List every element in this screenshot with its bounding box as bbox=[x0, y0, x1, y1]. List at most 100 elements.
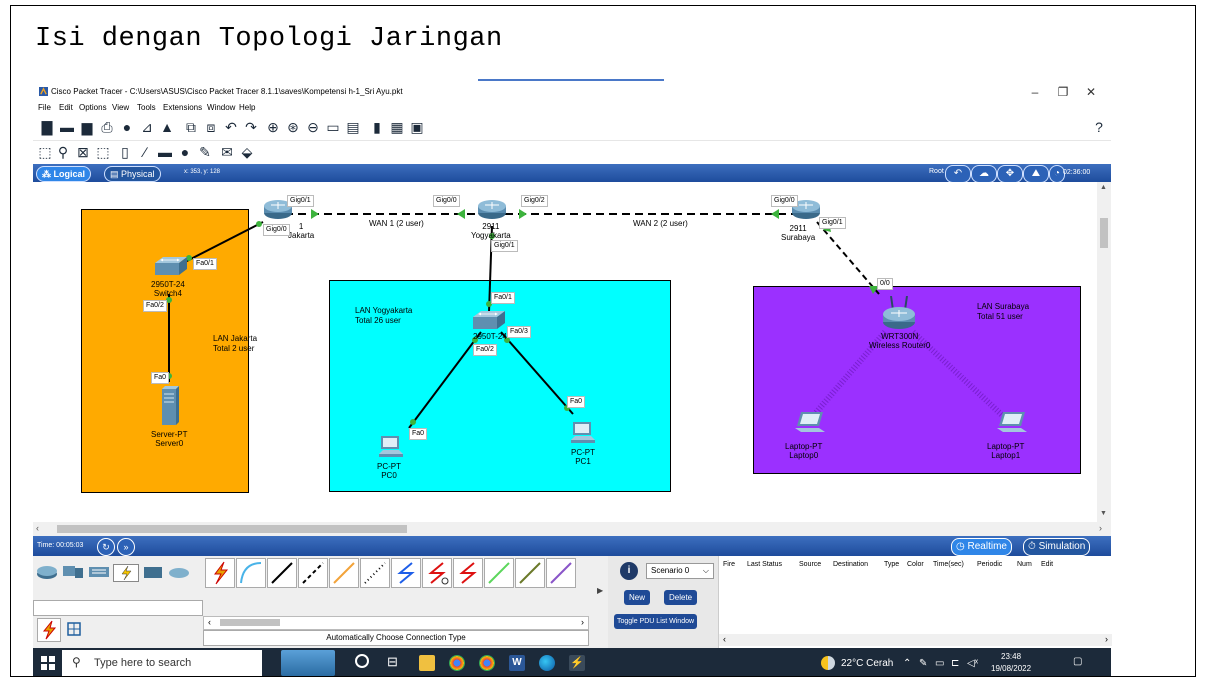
background-icon[interactable]: ⛰ bbox=[1023, 165, 1049, 183]
scroll-right-icon[interactable]: › bbox=[581, 617, 584, 627]
pc-icon[interactable] bbox=[379, 434, 403, 458]
menu-options[interactable]: Options bbox=[79, 103, 107, 112]
cluster-icon[interactable]: ☁ bbox=[971, 165, 997, 183]
menu-view[interactable]: View bbox=[112, 103, 129, 112]
edge-icon[interactable] bbox=[539, 655, 555, 671]
simple-pdu-icon[interactable]: ✉ bbox=[219, 144, 235, 160]
device-search-field[interactable] bbox=[33, 600, 203, 616]
complex-pdu-icon[interactable]: ⬙ bbox=[239, 144, 255, 160]
restore-button[interactable]: ❐ bbox=[1051, 84, 1075, 100]
rectangle-icon[interactable]: ▬ bbox=[157, 144, 173, 160]
info-icon[interactable]: ● bbox=[119, 119, 135, 135]
resize-icon[interactable]: ⬚ bbox=[95, 144, 111, 160]
weather-text[interactable]: 22°C Cerah bbox=[841, 658, 893, 669]
link-sby-wireless[interactable] bbox=[816, 221, 880, 295]
misc-icon[interactable] bbox=[141, 564, 165, 580]
activity-wizard-icon[interactable]: ⊿ bbox=[139, 119, 155, 135]
laptop-icon[interactable] bbox=[795, 412, 825, 436]
link-switch-pc0[interactable] bbox=[408, 331, 482, 429]
network-icon[interactable]: ⊏ bbox=[951, 658, 959, 669]
octal-cable-icon[interactable] bbox=[484, 558, 514, 588]
serial-dte-cable-icon[interactable] bbox=[453, 558, 483, 588]
scroll-left-icon[interactable]: ‹ bbox=[723, 634, 726, 644]
logical-tab[interactable]: ⁂ Logical bbox=[36, 166, 92, 182]
save-icon[interactable]: ▆ bbox=[79, 119, 95, 135]
expand-arrow-icon[interactable]: ▶ bbox=[597, 586, 603, 595]
router-config-icon[interactable]: ▦ bbox=[389, 119, 405, 135]
crossover-cable-icon[interactable] bbox=[298, 558, 328, 588]
iot-cable-icon[interactable] bbox=[515, 558, 545, 588]
zoom-in-icon[interactable]: ⊕ bbox=[265, 119, 281, 135]
end-devices-icon[interactable] bbox=[61, 564, 85, 580]
scroll-right-icon[interactable]: › bbox=[1105, 634, 1108, 644]
clock-area[interactable]: 23:48 19/08/2022 bbox=[991, 651, 1031, 675]
info-icon[interactable]: i bbox=[620, 562, 638, 580]
scroll-thumb[interactable] bbox=[220, 619, 280, 626]
server-icon[interactable] bbox=[161, 386, 179, 426]
simulation-tab[interactable]: ⏱ Simulation bbox=[1023, 538, 1091, 556]
scroll-thumb[interactable] bbox=[57, 525, 407, 533]
scroll-down-icon[interactable]: ▼ bbox=[1100, 510, 1107, 517]
help-icon[interactable]: ? bbox=[1091, 119, 1107, 135]
straight-through-cable-icon[interactable] bbox=[267, 558, 297, 588]
pc-icon[interactable] bbox=[571, 420, 595, 444]
chrome-icon[interactable] bbox=[449, 655, 465, 671]
text-icon[interactable]: ▮ bbox=[369, 119, 385, 135]
windows-start-icon[interactable] bbox=[41, 656, 55, 670]
undo-icon[interactable]: ↶ bbox=[223, 119, 239, 135]
menu-window[interactable]: Window bbox=[207, 103, 235, 112]
open-folder-icon[interactable]: ▬ bbox=[59, 119, 75, 135]
notification-icon[interactable]: ▢ bbox=[1073, 656, 1082, 667]
wireless-router-icon[interactable] bbox=[881, 296, 917, 330]
fiber-cable-icon[interactable] bbox=[329, 558, 359, 588]
custom-device-icon[interactable]: ▤ bbox=[345, 119, 361, 135]
chrome-profile-icon[interactable] bbox=[479, 655, 495, 671]
minimize-button[interactable]: – bbox=[1023, 84, 1047, 100]
fast-forward-icon[interactable]: » bbox=[117, 538, 135, 556]
power-cycle-icon[interactable]: ↻ bbox=[97, 538, 115, 556]
new-file-icon[interactable]: ▇ bbox=[39, 119, 55, 135]
file-explorer-icon[interactable] bbox=[419, 655, 435, 671]
redo-icon[interactable]: ↷ bbox=[243, 119, 259, 135]
line-icon[interactable]: ∕ bbox=[137, 144, 153, 160]
freeform-icon[interactable]: ✎ bbox=[197, 144, 213, 160]
console-cable-icon[interactable] bbox=[236, 558, 266, 588]
menu-extensions[interactable]: Extensions bbox=[163, 103, 202, 112]
realtime-tab[interactable]: ◷ Realtime bbox=[951, 538, 1012, 556]
horizontal-scrollbar[interactable]: ‹ › bbox=[33, 522, 1111, 536]
inspect-icon[interactable]: ⚲ bbox=[55, 144, 71, 160]
select-icon[interactable]: ⬚ bbox=[37, 144, 53, 160]
router-icon[interactable] bbox=[477, 198, 507, 220]
task-view-icon[interactable]: ⊟ bbox=[387, 654, 398, 670]
back-icon[interactable]: ↶ bbox=[945, 165, 971, 183]
note-icon[interactable]: ▯ bbox=[117, 144, 133, 160]
scroll-left-icon[interactable]: ‹ bbox=[208, 617, 211, 627]
zoom-out-icon[interactable]: ⊖ bbox=[305, 119, 321, 135]
scenario-select[interactable]: Scenario 0 ⌵ bbox=[646, 563, 714, 579]
drawing-palette-icon[interactable]: ▭ bbox=[325, 119, 341, 135]
link-switch-pc1[interactable] bbox=[500, 331, 574, 415]
serial-dce-cable-icon[interactable] bbox=[422, 558, 452, 588]
vertical-scrollbar[interactable]: ▲ ▼ bbox=[1097, 182, 1111, 522]
menu-edit[interactable]: Edit bbox=[59, 103, 73, 112]
delete-icon[interactable]: ⊠ bbox=[75, 144, 91, 160]
palette-scrollbar[interactable]: ‹ › bbox=[203, 616, 589, 630]
menu-help[interactable]: Help bbox=[239, 103, 255, 112]
ellipse-icon[interactable]: ● bbox=[177, 144, 193, 160]
toggle-pdu-list-button[interactable]: Toggle PDU List Window bbox=[614, 614, 698, 629]
close-button[interactable]: ✕ bbox=[1079, 84, 1103, 100]
volume-icon[interactable]: ◁ˣ bbox=[967, 658, 978, 669]
cortana-icon[interactable] bbox=[355, 654, 369, 668]
battery-icon[interactable]: ▭ bbox=[935, 658, 944, 669]
delete-scenario-button[interactable]: Delete bbox=[664, 590, 698, 605]
auto-connection-icon[interactable] bbox=[205, 558, 235, 588]
move-object-icon[interactable]: ✥ bbox=[997, 165, 1023, 183]
screenshot-icon[interactable]: ▣ bbox=[409, 119, 425, 135]
paste-icon[interactable]: ⧈ bbox=[203, 119, 219, 135]
menu-tools[interactable]: Tools bbox=[137, 103, 156, 112]
components-icon[interactable] bbox=[87, 564, 111, 580]
connections-icon[interactable] bbox=[113, 564, 139, 582]
packet-tracer-taskbar-icon[interactable]: ⚡ bbox=[569, 655, 585, 671]
copy-icon[interactable]: ⧉ bbox=[183, 119, 199, 135]
connections-category-icon[interactable] bbox=[37, 618, 61, 642]
